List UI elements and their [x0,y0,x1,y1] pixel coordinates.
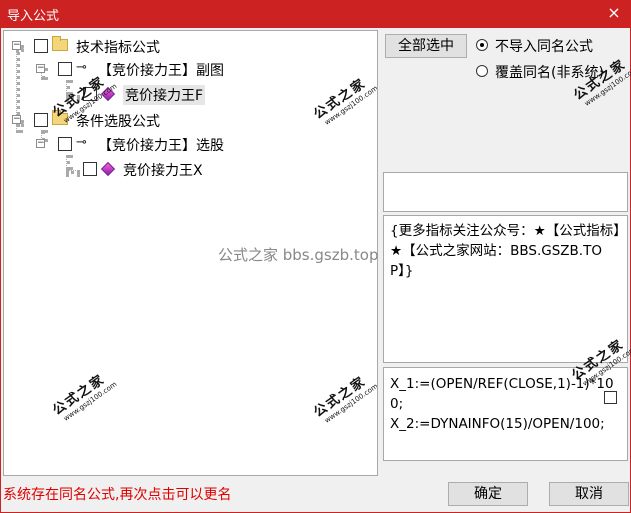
folder-icon [52,36,68,51]
status-message: 系统存在同名公式,再次点击可以更名 [3,487,232,503]
title-bar: 导入公式 × [0,0,631,28]
overwrite-same-name-radio[interactable]: 覆盖同名(非系统) [476,62,626,81]
tree-node-label: 竞价接力王X [123,163,203,179]
key-icon: ⊸ [76,60,87,75]
tree-node-label: 竞价接力王F [123,85,206,105]
tree-node-formula-x[interactable]: 竞价接力王X [57,158,237,180]
formula-line: X_1:=(OPEN/REF(CLOSE,1)-1)*100; [390,376,614,412]
expand-toggle[interactable]: − [12,115,21,124]
checkbox[interactable] [34,113,48,127]
tree-node-screening-formulas[interactable]: − 条件选股公式 [8,109,208,131]
tree-node-label: 条件选股公式 [76,114,160,130]
import-dialog: − 技术指标公式 − ⊸ 【竞价接力王】副图 竞价接力王F − 条件选股公式 −… [0,28,631,513]
folder-icon [52,110,68,125]
preview-checkbox[interactable] [604,391,617,404]
key-icon: ⊸ [76,135,87,150]
expand-toggle[interactable]: − [36,139,45,148]
checkbox[interactable] [58,137,72,151]
checkbox[interactable] [58,62,72,76]
close-icon[interactable]: × [605,3,623,23]
tree-node-label: 【竞价接力王】选股 [98,138,224,154]
checkbox[interactable] [83,87,97,101]
tree-node-label: 【竞价接力王】副图 [98,63,224,79]
formula-line: X_2:=DYNAINFO(15)/OPEN/100; [390,416,605,432]
select-all-button[interactable]: 全部选中 [385,34,467,58]
ok-button[interactable]: 确定 [448,482,528,506]
expand-toggle[interactable]: − [36,64,45,73]
tree-node-label: 技术指标公式 [76,40,160,56]
description-panel: {更多指标关注公众号：★【公式指标】★【公式之家网站：BBS.GSZB.TOP】… [383,215,628,363]
window-title: 导入公式 [7,9,60,24]
skip-same-name-radio[interactable]: 不导入同名公式 [476,36,626,55]
center-watermark: 公式之家 bbs.gszb.top [218,246,379,264]
tree-node-xuangu[interactable]: − ⊸ 【竞价接力王】选股 [32,133,292,155]
cancel-button[interactable]: 取消 [549,482,629,506]
tree-node-fuTu[interactable]: − ⊸ 【竞价接力王】副图 [32,58,292,80]
diamond-icon [100,161,116,177]
expand-toggle[interactable]: − [12,41,21,50]
description-text: {更多指标关注公众号：★【公式指标】★【公式之家网站：BBS.GSZB.TOP】… [390,223,620,279]
watermark: 公式之家 www.gszj100.com [311,373,378,425]
formula-preview-text: X_1:=(OPEN/REF(CLOSE,1)-1)*100; X_2:=DYN… [390,374,621,434]
tree-node-indicator-formulas[interactable]: − 技术指标公式 [8,35,208,57]
checkbox[interactable] [83,162,97,176]
watermark: 公式之家 www.gszj100.com [311,75,378,127]
blank-panel [383,172,628,212]
diamond-icon [100,86,116,102]
checkbox[interactable] [34,39,48,53]
formula-preview-panel[interactable]: X_1:=(OPEN/REF(CLOSE,1)-1)*100; X_2:=DYN… [383,367,628,461]
watermark: 公式之家 www.gszj100.com [50,371,119,423]
tree-node-formula-f[interactable]: 竞价接力王F [57,83,237,105]
radio-dot[interactable] [476,39,488,51]
radio-dot[interactable] [476,65,488,77]
